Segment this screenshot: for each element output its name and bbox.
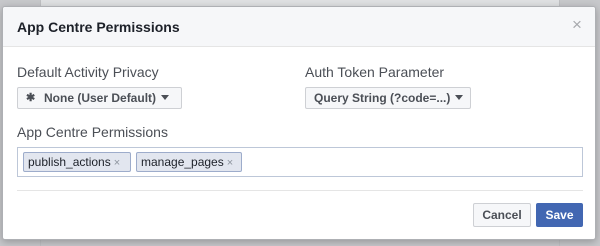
app-centre-permissions-label: App Centre Permissions: [17, 124, 168, 140]
permission-token-publish-actions: publish_actions ×: [23, 152, 131, 172]
token-label: manage_pages: [141, 155, 224, 169]
remove-token-icon[interactable]: ×: [227, 157, 233, 169]
auth-selected-value: Query String (?code=...): [314, 91, 451, 105]
footer-divider: [17, 190, 583, 191]
permissions-dialog: App Centre Permissions × Default Activit…: [2, 6, 596, 240]
close-icon[interactable]: ×: [569, 16, 585, 33]
dialog-header: App Centre Permissions ×: [3, 7, 595, 47]
permission-token-manage-pages: manage_pages ×: [136, 152, 242, 172]
chevron-down-icon: [455, 95, 464, 101]
save-button[interactable]: Save: [536, 203, 583, 227]
remove-token-icon[interactable]: ×: [114, 157, 120, 169]
gear-icon: ✱: [26, 92, 36, 104]
privacy-selected-value: None (User Default): [44, 91, 157, 105]
dialog-title: App Centre Permissions: [17, 19, 180, 35]
permissions-token-input[interactable]: publish_actions × manage_pages ×: [17, 147, 583, 177]
auth-token-parameter-label: Auth Token Parameter: [305, 64, 445, 80]
token-label: publish_actions: [28, 155, 111, 169]
chevron-down-icon: [161, 95, 170, 101]
cancel-button[interactable]: Cancel: [473, 203, 531, 227]
default-activity-privacy-dropdown[interactable]: ✱ None (User Default): [17, 87, 182, 109]
auth-token-parameter-dropdown[interactable]: Query String (?code=...): [305, 87, 471, 109]
default-activity-privacy-label: Default Activity Privacy: [17, 64, 159, 80]
